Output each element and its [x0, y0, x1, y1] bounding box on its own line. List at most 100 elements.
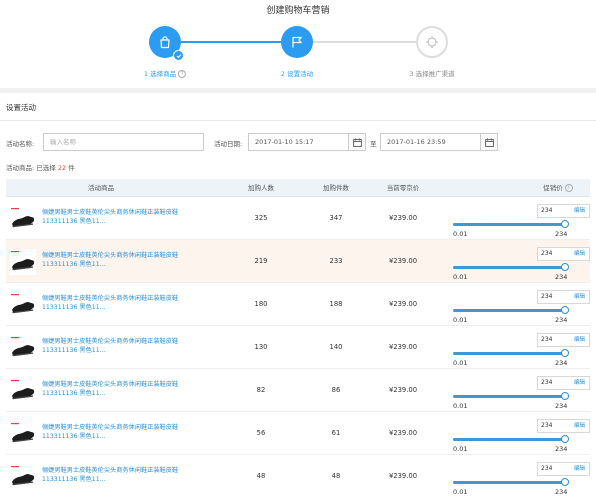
promo-price-slider[interactable]	[453, 266, 565, 269]
help-icon[interactable]: ?	[178, 70, 187, 78]
slider-handle[interactable]	[561, 392, 569, 400]
slider-max-label: 234	[555, 273, 568, 281]
edit-button[interactable]: 编辑	[574, 248, 585, 260]
edit-button[interactable]: 编辑	[574, 334, 585, 346]
buyers-count: 180	[254, 300, 268, 308]
edit-button[interactable]: 编辑	[574, 291, 585, 303]
promo-price-value: 234	[541, 336, 553, 343]
items-count: 188	[329, 300, 343, 308]
step-1-circle[interactable]	[149, 26, 184, 61]
section-divider-band	[0, 88, 596, 93]
selected-count: 活动商品: 已选择 22 件	[6, 164, 75, 172]
slider-handle[interactable]	[561, 349, 569, 357]
end-date-value: 2017-01-16 23:59	[387, 138, 446, 146]
promo-price-input[interactable]: 234 编辑	[537, 462, 590, 476]
step-2-circle[interactable]	[281, 26, 313, 58]
promo-price-slider[interactable]	[453, 352, 565, 355]
date-separator: 至	[370, 140, 377, 148]
promo-price-slider[interactable]	[453, 395, 565, 398]
product-name-link[interactable]: 俪婕男鞋男士皮鞋英伦尖头商务休闲鞋正装鞋皮鞋 113311136 黑色11...	[42, 208, 192, 226]
promo-price-input[interactable]: 234 编辑	[537, 419, 590, 433]
slider-max-label: 234	[555, 230, 568, 238]
promo-price-value: 234	[541, 422, 553, 429]
edit-button[interactable]: 编辑	[574, 377, 585, 389]
product-name-link[interactable]: 俪婕男鞋男士皮鞋英伦尖头商务休闲鞋正装鞋皮鞋 113311136 黑色11...	[42, 380, 192, 398]
slider-handle[interactable]	[561, 306, 569, 314]
edit-button[interactable]: 编辑	[574, 205, 585, 217]
promo-price-input[interactable]: 234 编辑	[537, 204, 590, 218]
edit-button[interactable]: 编辑	[574, 463, 585, 475]
promo-price-slider[interactable]	[453, 438, 565, 441]
activity-name-input[interactable]	[43, 133, 204, 151]
product-name-link[interactable]: 俪婕男鞋男士皮鞋英伦尖头商务休闲鞋正装鞋皮鞋 113311136 黑色11...	[42, 294, 192, 312]
buyers-count: 325	[254, 214, 268, 222]
product-thumbnail[interactable]	[10, 464, 36, 490]
section-title: 设置活动	[6, 103, 36, 112]
buyers-count: 219	[254, 257, 268, 265]
promo-price-input[interactable]: 234 编辑	[537, 247, 590, 261]
promo-price-value: 234	[541, 207, 553, 214]
items-count: 48	[331, 472, 341, 480]
promo-price-value: 234	[541, 293, 553, 300]
product-thumbnail[interactable]	[10, 206, 36, 232]
current-price: ¥239.00	[388, 214, 418, 222]
page-title: 创建购物车营销	[266, 6, 330, 16]
product-thumbnail[interactable]	[10, 421, 36, 447]
table-row: 俪婕男鞋男士皮鞋英伦尖头商务休闲鞋正装鞋皮鞋 113311136 黑色11...…	[6, 326, 590, 369]
product-name-link[interactable]: 俪婕男鞋男士皮鞋英伦尖头商务休闲鞋正装鞋皮鞋 113311136 黑色11...	[42, 466, 192, 484]
product-thumbnail[interactable]	[10, 378, 36, 404]
current-price: ¥239.00	[388, 429, 418, 437]
buyers-count: 130	[254, 343, 268, 351]
items-count: 233	[329, 257, 343, 265]
step-3-label[interactable]: 3 选择推广渠道	[409, 68, 454, 78]
promo-price-slider[interactable]	[453, 223, 565, 226]
header-items: 加购件数	[323, 184, 349, 192]
slider-handle[interactable]	[561, 263, 569, 271]
product-name-link[interactable]: 俪婕男鞋男士皮鞋英伦尖头商务休闲鞋正装鞋皮鞋 113311136 黑色11...	[42, 423, 192, 441]
start-calendar-button[interactable]	[348, 134, 365, 150]
edit-button[interactable]: 编辑	[574, 420, 585, 432]
header-product: 活动商品	[88, 184, 114, 192]
info-icon[interactable]: i	[564, 184, 573, 192]
promo-price-value: 234	[541, 379, 553, 386]
slider-handle[interactable]	[561, 435, 569, 443]
step-1-label[interactable]: 1 选择商品?	[144, 68, 187, 78]
step-connector-1	[181, 41, 281, 43]
promo-price-slider[interactable]	[453, 309, 565, 312]
activity-date-label: 活动日期:	[214, 140, 243, 148]
promo-price-value: 234	[541, 250, 553, 257]
slider-max-label: 234	[555, 316, 568, 324]
selected-count-number: 22	[57, 164, 67, 172]
product-thumbnail[interactable]	[10, 335, 36, 361]
slider-handle[interactable]	[561, 220, 569, 228]
product-name-link[interactable]: 俪婕男鞋男士皮鞋英伦尖头商务休闲鞋正装鞋皮鞋 113311136 黑色11...	[42, 337, 192, 355]
table-header: 活动商品 加购人数 加购件数 当前零京价 促销价 i	[6, 179, 590, 197]
product-thumbnail[interactable]	[10, 292, 36, 318]
table-row: 俪婕男鞋男士皮鞋英伦尖头商务休闲鞋正装鞋皮鞋 113311136 黑色11...…	[6, 369, 590, 412]
table-row: 俪婕男鞋男士皮鞋英伦尖头商务休闲鞋正装鞋皮鞋 113311136 黑色11...…	[6, 455, 590, 497]
buyers-count: 82	[256, 386, 266, 394]
step-2-label[interactable]: 2 设置活动	[281, 68, 313, 78]
current-price: ¥239.00	[388, 472, 418, 480]
flag-icon	[292, 36, 303, 48]
end-calendar-button[interactable]	[480, 134, 497, 150]
promo-price-input[interactable]: 234 编辑	[537, 333, 590, 347]
table-row: 俪婕男鞋男士皮鞋英伦尖头商务休闲鞋正装鞋皮鞋 113311136 黑色11...…	[6, 240, 590, 283]
check-icon	[173, 50, 184, 61]
calendar-icon	[352, 138, 362, 147]
table-row: 俪婕男鞋男士皮鞋英伦尖头商务休闲鞋正装鞋皮鞋 113311136 黑色11...…	[6, 197, 590, 240]
promo-price-slider[interactable]	[453, 481, 565, 484]
promo-price-input[interactable]: 234 编辑	[537, 290, 590, 304]
table-row: 俪婕男鞋男士皮鞋英伦尖头商务休闲鞋正装鞋皮鞋 113311136 黑色11...…	[6, 283, 590, 326]
slider-min-label: 0.01	[453, 445, 468, 453]
promo-price-input[interactable]: 234 编辑	[537, 376, 590, 390]
product-thumbnail[interactable]	[10, 249, 36, 275]
slider-handle[interactable]	[561, 478, 569, 486]
slider-max-label: 234	[555, 359, 568, 367]
calendar-icon	[484, 138, 494, 147]
buyers-count: 48	[256, 472, 266, 480]
product-name-link[interactable]: 俪婕男鞋男士皮鞋英伦尖头商务休闲鞋正装鞋皮鞋 113311136 黑色11...	[42, 251, 192, 269]
start-date-field[interactable]: 2017-01-10 15:17	[248, 133, 366, 151]
end-date-field[interactable]: 2017-01-16 23:59	[380, 133, 498, 151]
step-3-circle[interactable]	[416, 26, 448, 58]
